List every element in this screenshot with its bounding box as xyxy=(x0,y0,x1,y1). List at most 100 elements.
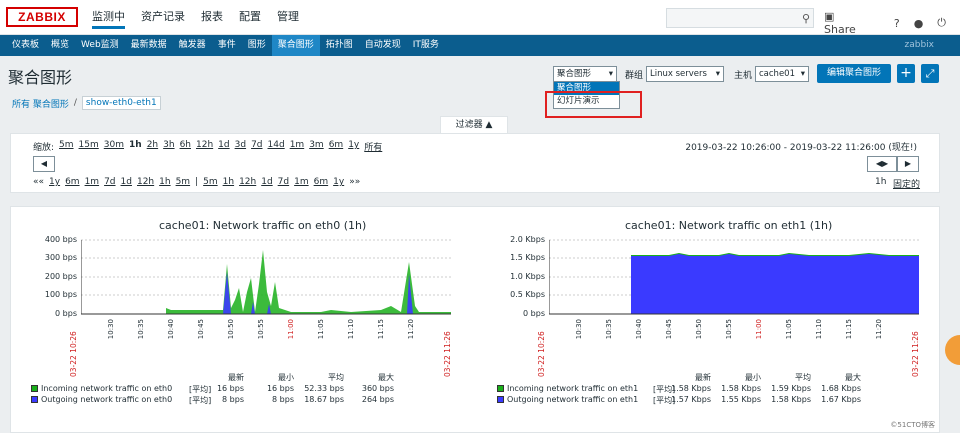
subnav-discovery[interactable]: 自动发现 xyxy=(359,35,407,56)
user-profile-icon[interactable]: ● xyxy=(914,17,924,30)
graph1-col-header: 平均 xyxy=(328,373,344,382)
graph1-x-label: 11:05 xyxy=(317,319,325,340)
zoom-1d[interactable]: 1d xyxy=(218,140,229,153)
subnav-triggers[interactable]: 触发器 xyxy=(173,35,212,56)
add-icon[interactable]: + xyxy=(897,64,915,83)
top-header: ZABBIX 监测中 资产记录 报表 配置 管理 ⚲ ▣ Share ? ● ⏻ xyxy=(0,0,960,36)
zoom-2h[interactable]: 2h xyxy=(147,140,158,153)
zabbix-logo[interactable]: ZABBIX xyxy=(6,7,78,27)
help-icon[interactable]: ? xyxy=(894,17,900,30)
zoom-1h[interactable]: 1h xyxy=(129,140,142,153)
graph2-col-header: 最新 xyxy=(695,373,711,382)
group-select[interactable]: Linux servers ▾ xyxy=(646,66,724,82)
nav-inventory[interactable]: 资产记录 xyxy=(141,8,185,29)
nav-back-start[interactable]: «« xyxy=(33,177,44,187)
fullscreen-icon[interactable]: ⤢ xyxy=(921,64,939,83)
graph1-x-label: 11:20 xyxy=(407,319,415,340)
nav-reports[interactable]: 报表 xyxy=(201,8,223,29)
breadcrumb-current[interactable]: show-eth0-eth1 xyxy=(81,96,161,110)
graph2-col-header: 平均 xyxy=(795,373,811,382)
host-select[interactable]: cache01 ▾ xyxy=(755,66,809,82)
graph1-stat-min: 16 bps xyxy=(266,384,294,393)
zoom-3d[interactable]: 3d xyxy=(235,140,246,153)
graph1-stat-avg: 52.33 bps xyxy=(304,384,344,393)
sub-nav: 仪表板 概览 Web监测 最新数据 触发器 事件 图形 聚合图形 拓扑图 自动发… xyxy=(0,35,960,56)
filter-panel: 缩放: 5m 15m 30m 1h 2h 3h 6h 12h 1d 3d 7d … xyxy=(10,133,940,193)
nav-monitoring[interactable]: 监测中 xyxy=(92,8,125,29)
nav-back-12h[interactable]: 12h xyxy=(137,177,154,187)
subnav-maps[interactable]: 拓扑图 xyxy=(320,35,359,56)
subnav-it-services[interactable]: IT服务 xyxy=(407,35,445,56)
breadcrumb-root[interactable]: 所有 聚合图形 xyxy=(12,97,69,110)
zoom-12h[interactable]: 12h xyxy=(196,140,213,153)
edit-screen-button[interactable]: 编辑聚合图形 xyxy=(817,64,891,83)
subnav-dashboard[interactable]: 仪表板 xyxy=(6,35,45,56)
share-button[interactable]: ▣ Share xyxy=(824,10,880,36)
legend-label: Incoming network traffic on eth0 xyxy=(41,384,173,393)
graph1-y-label: 300 bps xyxy=(44,253,77,262)
scroll-slider-handle[interactable]: ◀▶ xyxy=(867,156,897,172)
subnav-web[interactable]: Web监测 xyxy=(75,35,125,56)
fixed-toggle[interactable]: 固定的 xyxy=(893,177,920,190)
subnav-overview[interactable]: 概览 xyxy=(45,35,75,56)
graph1-stat-last: 16 bps xyxy=(216,384,244,393)
graph1-stat-last: 8 bps xyxy=(222,395,244,404)
graph2-legend-incoming: Incoming network traffic on eth1 xyxy=(497,384,638,393)
nav-fwd-1h[interactable]: 1h xyxy=(223,177,234,187)
nav-fwd-end[interactable]: »» xyxy=(349,177,360,187)
nav-back-5m[interactable]: 5m xyxy=(176,177,191,187)
nav-back-1m[interactable]: 1m xyxy=(85,177,100,187)
subnav-graphs[interactable]: 图形 xyxy=(242,35,272,56)
nav-fwd-1y[interactable]: 1y xyxy=(333,177,344,187)
scroll-right-button[interactable]: ▶ xyxy=(897,156,919,172)
zoom-30m[interactable]: 30m xyxy=(104,140,124,153)
zoom-5m[interactable]: 5m xyxy=(59,140,74,153)
filter-tab[interactable]: 过滤器 ▲ xyxy=(440,116,508,133)
legend-label: Outgoing network traffic on eth0 xyxy=(41,395,173,404)
graph1-x-label: 10:30 xyxy=(107,319,115,340)
screen-type-value: 聚合图形 xyxy=(557,69,592,79)
nav-back-6m[interactable]: 6m xyxy=(65,177,80,187)
zoom-all[interactable]: 所有 xyxy=(364,140,382,153)
scroll-left-button[interactable]: ◀ xyxy=(33,156,55,172)
graph1-col-header: 最小 xyxy=(278,373,294,382)
zoom-6m[interactable]: 6m xyxy=(329,140,344,153)
graph2-x-label: 11:10 xyxy=(815,319,823,340)
zoom-15m[interactable]: 15m xyxy=(79,140,99,153)
search-icon[interactable]: ⚲ xyxy=(802,12,810,25)
graph1-x-end: 03-22 11:26 xyxy=(443,331,452,377)
search-input[interactable]: ⚲ xyxy=(666,8,814,28)
nav-fwd-7d[interactable]: 7d xyxy=(278,177,289,187)
zoom-6h[interactable]: 6h xyxy=(180,140,191,153)
graph1-x-label: 10:35 xyxy=(137,319,145,340)
nav-configuration[interactable]: 配置 xyxy=(239,8,261,29)
nav-fwd-12h[interactable]: 12h xyxy=(239,177,256,187)
nav-back-1y[interactable]: 1y xyxy=(49,177,60,187)
zoom-14d[interactable]: 14d xyxy=(268,140,285,153)
nav-fwd-1m[interactable]: 1m xyxy=(294,177,309,187)
zoom-1m[interactable]: 1m xyxy=(290,140,305,153)
subnav-latest-data[interactable]: 最新数据 xyxy=(125,35,173,56)
zoom-3m[interactable]: 3m xyxy=(309,140,324,153)
nav-fwd-5m[interactable]: 5m xyxy=(203,177,218,187)
date-range: 2019-03-22 10:26:00 - 2019-03-22 11:26:0… xyxy=(685,143,917,153)
graphs-panel: cache01: Network traffic on eth0 (1h) 40… xyxy=(10,206,940,433)
subnav-events[interactable]: 事件 xyxy=(212,35,242,56)
nav-back-1h[interactable]: 1h xyxy=(159,177,170,187)
nav-fwd-6m[interactable]: 6m xyxy=(314,177,329,187)
nav-administration[interactable]: 管理 xyxy=(277,8,299,29)
nav-back-1d[interactable]: 1d xyxy=(121,177,132,187)
graph2-stat-max: 1.68 Kbps xyxy=(821,384,861,393)
zoom-3h[interactable]: 3h xyxy=(163,140,174,153)
graph2-x-label: 10:30 xyxy=(575,319,583,340)
graph1-x-start: 03-22 10:26 xyxy=(69,331,78,377)
graph2-y-label: 2.0 Kbps xyxy=(510,235,545,244)
nav-back-7d[interactable]: 7d xyxy=(104,177,115,187)
zoom-7d[interactable]: 7d xyxy=(251,140,262,153)
subnav-screens[interactable]: 聚合图形 xyxy=(271,35,320,56)
logout-icon[interactable]: ⏻ xyxy=(937,16,946,30)
graph2-x-label: 10:45 xyxy=(665,319,673,340)
zoom-1y[interactable]: 1y xyxy=(348,140,359,153)
screen-type-select[interactable]: 聚合图形 ▾ xyxy=(553,66,617,82)
nav-fwd-1d[interactable]: 1d xyxy=(261,177,272,187)
